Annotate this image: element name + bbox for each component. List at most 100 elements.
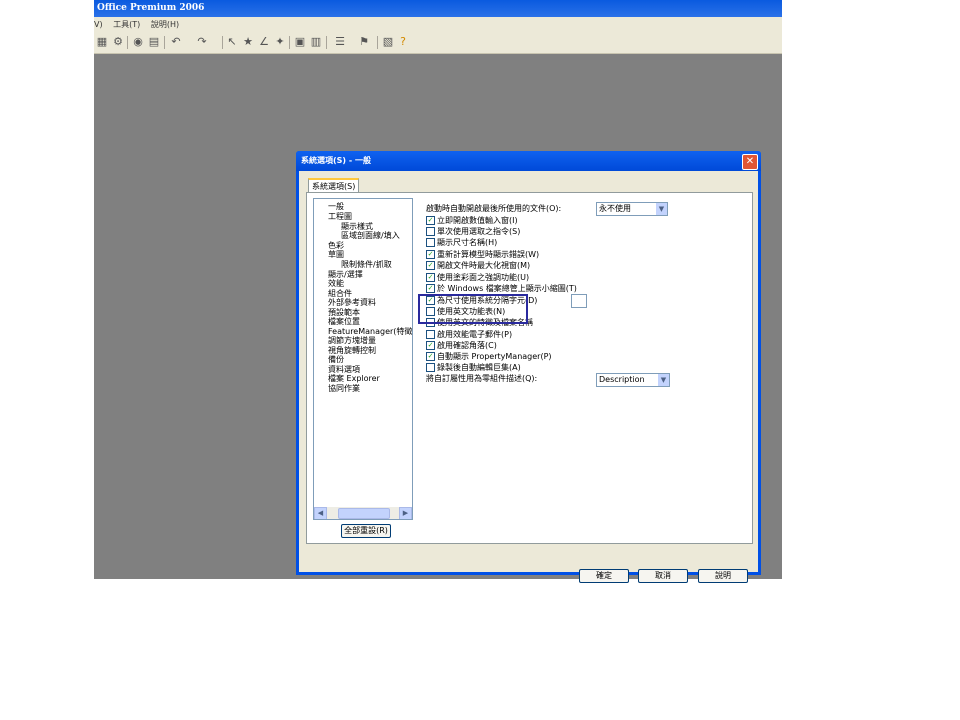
tree-item-featuremanager[interactable]: FeatureManager(特徵管理 [328,327,412,336]
option-row[interactable]: ✓ 啟用確認角落(C) [426,341,497,350]
option-label: 錄製後自動編輯巨集(A) [437,363,521,372]
open-last-doc-label: 啟動時自動開啟最後所使用的文件(O): [426,204,562,213]
tree-item-data-options[interactable]: 資料選項 [328,365,360,374]
tree-item-collaboration[interactable]: 協同作業 [328,384,360,393]
option-checkbox[interactable]: ✓ [426,352,435,361]
tree-item-view-rotation[interactable]: 視角旋轉控制 [328,346,376,355]
select-pointer-icon[interactable]: ↖ [226,36,238,48]
tree-item-sketch[interactable]: 草圖 [328,250,344,259]
menu-item-tools[interactable]: 工具(T) [113,20,140,29]
ok-button[interactable]: 確定 [579,569,629,583]
toolbar-print-icon[interactable]: ▦ [96,36,108,48]
open-last-doc-value: 永不使用 [599,204,631,213]
option-row[interactable]: 啟用效能電子郵件(P) [426,330,512,339]
scroll-right-icon[interactable]: ▶ [399,507,412,519]
tab-panel: 一般 工程圖 顯示樣式 區域剖面線/填入 色彩 草圖 限制條件/抓取 顯示/選擇… [306,192,753,544]
option-row[interactable]: 錄製後自動編輯巨集(A) [426,363,521,372]
option-label: 單次使用選取之指令(S) [437,227,521,236]
option-row[interactable]: ✓ 自動顯示 PropertyManager(P) [426,352,552,361]
tree-item-performance[interactable]: 效能 [328,279,344,288]
view-icon[interactable]: ▣ [294,36,306,48]
option-checkbox[interactable] [426,363,435,372]
redo-icon[interactable]: ↷ [196,36,208,48]
open-last-doc-select[interactable]: 永不使用 ▼ [596,202,668,216]
app-title-bar: Office Premium 2006 [94,0,782,17]
option-row[interactable]: ✓ 立即開啟數值輸入窗(I) [426,216,518,225]
option-label: 於 Windows 檔案總管上顯示小縮圖(T) [437,284,577,293]
option-checkbox[interactable]: ✓ [426,273,435,282]
option-row[interactable]: ✓ 開啟文件時最大化視窗(M) [426,261,530,270]
tree-item-external-references[interactable]: 外部參考資料 [328,298,376,307]
tree-item-file-explorer[interactable]: 檔案 Explorer [328,374,380,383]
option-checkbox[interactable]: ✓ [426,250,435,259]
toolbar-preview-icon[interactable]: ◉ [132,36,144,48]
option-label: 啟用效能電子郵件(P) [437,330,513,339]
tree-item-general[interactable]: 一般 [328,202,344,211]
description-value: Description [599,375,645,384]
option-checkbox[interactable]: ✓ [426,341,435,350]
toolbar-separator [222,36,223,49]
option-checkbox[interactable] [426,330,435,339]
option-row[interactable]: ✓ 於 Windows 檔案總管上顯示小縮圖(T) [426,284,577,293]
option-row[interactable]: ✓ 重新計算模型時顯示錯誤(W) [426,250,539,259]
toolbar-tool-icon[interactable]: ⚙ [112,36,124,48]
grid-icon[interactable]: ▥ [310,36,322,48]
dialog-title: 系統選項(S) - 一般 [301,156,371,165]
scroll-left-icon[interactable]: ◀ [314,507,327,519]
annotation-highlight-box [418,294,528,324]
tree-item-display-selection[interactable]: 顯示/選擇 [328,270,363,279]
tree-item-default-templates[interactable]: 預設範本 [328,308,360,317]
menu-bar: V) 工具(T) 說明(H) [94,17,782,32]
help-button[interactable]: 說明 [698,569,748,583]
option-label: 重新計算模型時顯示錯誤(W) [437,250,540,259]
option-label: 開啟文件時最大化視窗(M) [437,261,531,270]
option-label: 自動顯示 PropertyManager(P) [437,352,552,361]
toolbar-document-icon[interactable]: ▤ [148,36,160,48]
tree-item-relations-snaps[interactable]: 限制條件/抓取 [341,260,392,269]
close-button[interactable]: ✕ [742,154,758,170]
app-title: Office Premium 2006 [97,3,205,13]
description-select[interactable]: Description ▼ [596,373,670,387]
menu-item-view[interactable]: V) [94,20,103,29]
option-checkbox[interactable] [426,227,435,236]
scrollbar-thumb[interactable] [338,508,390,519]
sketch-icon[interactable]: ∠ [258,36,270,48]
cancel-button[interactable]: 取消 [638,569,688,583]
tree-item-backup[interactable]: 備份 [328,355,344,364]
options-icon[interactable]: ☰ [334,36,346,48]
tree-item-drawings[interactable]: 工程圖 [328,212,352,221]
tree-item-spin-box-increments[interactable]: 調節方塊增量 [328,336,376,345]
toolbar-separator [164,36,165,49]
star-tool-icon[interactable]: ★ [242,36,254,48]
system-options-dialog: 系統選項(S) - 一般 ✕ 系統選項(S) 一般 工程圖 顯示樣式 區域剖面線… [296,151,761,583]
option-row[interactable]: 顯示尺寸名稱(H) [426,238,497,247]
chevron-down-icon[interactable]: ▼ [656,203,667,215]
option-row[interactable]: 單次使用選取之指令(S) [426,227,520,236]
option-checkbox[interactable]: ✓ [426,284,435,293]
option-row[interactable]: ✓ 使用塗彩面之強調功能(U) [426,273,529,282]
tree-item-area-hatch[interactable]: 區域剖面線/填入 [341,231,400,240]
help-icon[interactable]: ? [397,36,409,48]
tree-item-assemblies[interactable]: 組合件 [328,289,352,298]
properties-icon[interactable]: ▧ [382,36,394,48]
tree-item-display-style[interactable]: 顯示樣式 [341,222,373,231]
lightbulb-icon[interactable]: ✦ [274,36,286,48]
option-checkbox[interactable]: ✓ [426,261,435,270]
tree-item-file-locations[interactable]: 檔案位置 [328,317,360,326]
standard-toolbar: ▦ ⚙ ◉ ▤ ↶ ↷ ↖ ★ ∠ ✦ ▣ ▥ ☰ ⚑ ▧ ? [94,32,782,54]
reset-all-button[interactable]: 全部重設(R) [341,524,391,538]
tree-horizontal-scrollbar[interactable]: ◀ ▶ [314,507,412,519]
tab-system-options[interactable]: 系統選項(S) [308,178,360,193]
option-checkbox[interactable]: ✓ [426,216,435,225]
option-checkbox[interactable] [426,238,435,247]
flag-icon[interactable]: ⚑ [358,36,370,48]
toolbar-separator [326,36,327,49]
undo-icon[interactable]: ↶ [170,36,182,48]
separator-char-field[interactable] [571,294,587,308]
menu-item-help[interactable]: 說明(H) [151,20,179,29]
option-label: 顯示尺寸名稱(H) [437,238,498,247]
chevron-down-icon[interactable]: ▼ [658,374,669,386]
option-label: 啟用確認角落(C) [437,341,497,350]
dialog-title-bar: 系統選項(S) - 一般 ✕ [296,151,761,171]
tree-item-colors[interactable]: 色彩 [328,241,344,250]
